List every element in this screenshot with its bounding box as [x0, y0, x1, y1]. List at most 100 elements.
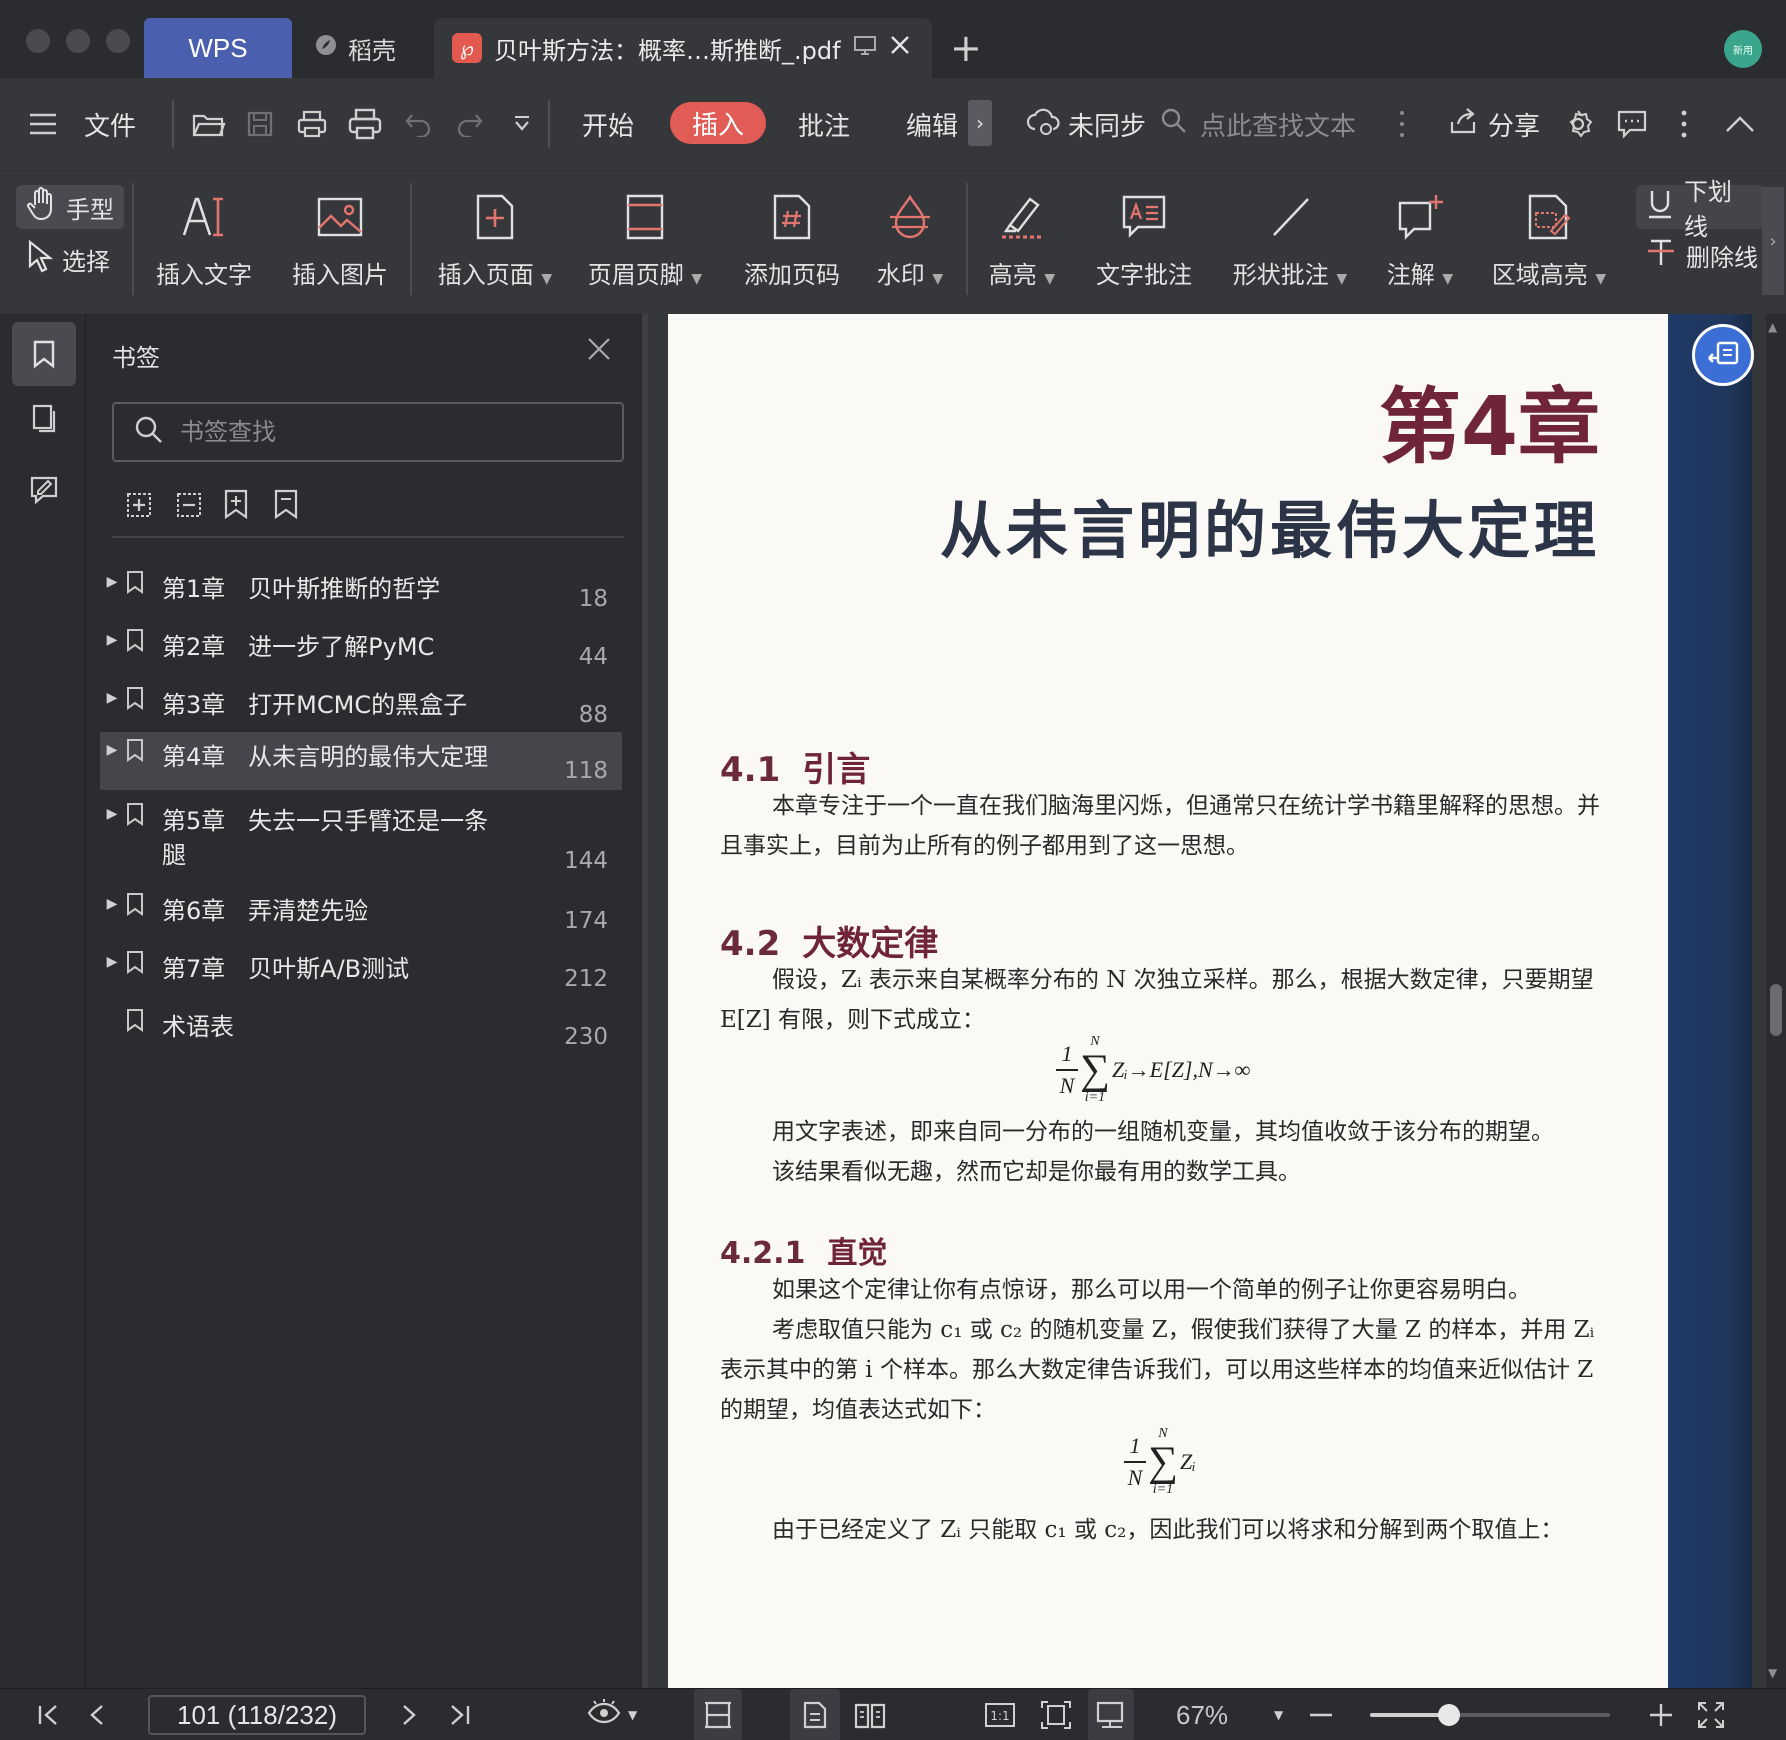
menu-file[interactable]: 文件 — [84, 78, 136, 170]
hamburger-menu-icon[interactable] — [28, 78, 58, 170]
window-zoom-button[interactable] — [106, 29, 130, 53]
menu-start[interactable]: 开始 — [582, 78, 634, 170]
list-item[interactable]: 术语表 230 — [100, 1002, 622, 1052]
add-bookmark-icon[interactable] — [222, 488, 258, 524]
list-item[interactable]: ▶ 第5章 失去一只手臂还是一条 腿 144 — [100, 796, 622, 880]
settings-gear-icon[interactable] — [1562, 78, 1594, 170]
area-highlight-button[interactable]: 区域高亮 ▼ — [1484, 185, 1614, 290]
expand-triangle-icon[interactable]: ▶ — [100, 886, 124, 912]
fullscreen-icon[interactable] — [1696, 1689, 1726, 1740]
insert-page-button[interactable]: 插入页面 ▼ — [430, 185, 560, 290]
strikethrough-button[interactable]: 删除线 — [1636, 233, 1768, 277]
monitor-icon[interactable] — [853, 34, 877, 62]
zoom-in-icon[interactable] — [1648, 1689, 1674, 1740]
list-item-selected[interactable]: ▶ 第4章 从未言明的最伟大定理 118 — [100, 732, 622, 790]
redo-icon[interactable] — [456, 78, 484, 170]
open-folder-icon[interactable] — [192, 78, 226, 170]
insert-image-button[interactable]: 插入图片 — [280, 185, 400, 290]
expand-triangle-icon[interactable]: ▶ — [100, 944, 124, 970]
expand-triangle-icon[interactable]: ▶ — [100, 680, 124, 706]
section-title: 大数定律 — [802, 924, 939, 964]
continuous-read-icon[interactable] — [1088, 1689, 1134, 1740]
avatar[interactable]: 新用 — [1724, 30, 1762, 68]
highlight-button[interactable]: 高亮 ▼ — [972, 185, 1072, 290]
zoom-level[interactable]: 67% — [1176, 1689, 1228, 1740]
zoom-slider-thumb[interactable] — [1438, 1704, 1461, 1726]
thumbnail-panel-icon[interactable] — [12, 386, 76, 450]
close-icon[interactable] — [586, 332, 612, 370]
list-item[interactable]: ▶ 第2章 进一步了解PyMC 44 — [100, 622, 622, 672]
header-footer-button[interactable]: 页眉页脚 ▼ — [580, 185, 710, 290]
list-item[interactable]: ▶ 第6章 弄清楚先验 174 — [100, 886, 622, 936]
first-page-icon[interactable] — [36, 1689, 60, 1740]
expand-triangle-icon[interactable]: ▶ — [100, 564, 124, 590]
document-view[interactable]: 第4章 从未言明的最伟大定理 4.1 引言 本章专注于一个一直在我们脑海里闪烁，但… — [648, 314, 1766, 1688]
bookmark-search-field[interactable] — [112, 402, 624, 462]
hand-mode-button[interactable]: 手型 — [16, 185, 124, 229]
comment-icon[interactable] — [1616, 78, 1648, 170]
scrollbar-thumb[interactable] — [1770, 984, 1782, 1036]
last-page-icon[interactable] — [448, 1689, 472, 1740]
undo-icon[interactable] — [404, 78, 432, 170]
bookmark-search-input[interactable] — [180, 418, 580, 446]
menu-edit[interactable]: 编辑 — [906, 78, 958, 170]
collapse-ribbon-icon[interactable] — [1724, 78, 1756, 170]
expand-triangle-icon[interactable]: ▶ — [100, 622, 124, 648]
bookmark-panel-icon[interactable] — [12, 322, 76, 386]
scroll-down-icon[interactable]: ▼ — [1768, 1666, 1777, 1680]
more-vertical-icon[interactable] — [1398, 78, 1406, 170]
text-annotation-button[interactable]: 文字批注 — [1084, 185, 1204, 290]
sync-status[interactable]: 未同步 — [1026, 78, 1146, 170]
ribbon-scroll-right-icon[interactable]: › — [1762, 187, 1784, 295]
fit-page-icon[interactable] — [1040, 1689, 1072, 1740]
add-page-number-button[interactable]: 添加页码 — [732, 185, 852, 290]
tab-close-icon[interactable] — [889, 34, 911, 62]
tab-document[interactable]: ℘ 贝叶斯方法：概率…斯推断_.pdf — [434, 18, 932, 78]
eye-protection-button[interactable]: ▼ — [586, 1689, 637, 1740]
tab-daoke[interactable]: 稻壳 — [308, 18, 432, 78]
zoom-dropdown-icon[interactable]: ▼ — [1274, 1689, 1283, 1740]
note-button[interactable]: 注解 ▼ — [1370, 185, 1470, 290]
zoom-slider[interactable] — [1370, 1704, 1610, 1726]
document-scrollbar[interactable]: ▲ ▼ — [1766, 314, 1786, 1688]
actual-size-icon[interactable]: 1:1 — [984, 1689, 1016, 1740]
expand-triangle-icon[interactable]: ▶ — [100, 796, 124, 822]
window-close-button[interactable] — [26, 29, 50, 53]
fit-width-icon[interactable] — [694, 1689, 742, 1740]
print-icon[interactable] — [348, 78, 382, 170]
new-tab-button[interactable]: + — [950, 28, 982, 68]
expand-triangle-icon[interactable]: ▶ — [100, 732, 124, 758]
convert-document-icon[interactable] — [1692, 324, 1754, 386]
zoom-out-icon[interactable] — [1308, 1689, 1334, 1740]
list-item[interactable]: ▶ 第1章 贝叶斯推断的哲学 18 — [100, 564, 622, 614]
collapse-all-icon[interactable] — [172, 488, 208, 524]
share-button[interactable]: 分享 — [1448, 78, 1540, 170]
search-text-field[interactable]: 点此查找文本 — [1160, 78, 1356, 170]
bookmark-icon[interactable] — [272, 488, 308, 524]
two-page-icon[interactable] — [848, 1689, 892, 1740]
shape-annotation-button[interactable]: 形状批注 ▼ — [1222, 185, 1358, 290]
underline-button[interactable]: 下划线 — [1636, 178, 1764, 241]
next-page-icon[interactable] — [400, 1689, 418, 1740]
page-number-input[interactable]: 101 (118/232) — [148, 1695, 366, 1735]
section-title: 直觉 — [827, 1236, 888, 1271]
select-mode-button[interactable]: 选择 — [16, 237, 120, 281]
window-minimize-button[interactable] — [66, 29, 90, 53]
previous-page-icon[interactable] — [88, 1689, 106, 1740]
menu-insert[interactable]: 插入 — [670, 102, 767, 144]
print-preview-icon[interactable] — [296, 78, 328, 170]
watermark-button[interactable]: 水印 ▼ — [860, 185, 960, 290]
menu-more-arrow-icon[interactable]: › — [968, 100, 992, 146]
scroll-up-icon[interactable]: ▲ — [1768, 320, 1777, 334]
tab-wps[interactable]: WPS — [144, 18, 292, 78]
menu-annotate[interactable]: 批注 — [798, 78, 850, 170]
insert-text-button[interactable]: 插入文字 — [144, 185, 264, 290]
more-options-icon[interactable] — [1680, 78, 1688, 170]
quick-access-dropdown-icon[interactable] — [512, 78, 532, 170]
list-item[interactable]: ▶ 第7章 贝叶斯A/B测试 212 — [100, 944, 622, 994]
annotation-panel-icon[interactable] — [12, 458, 76, 522]
expand-all-icon[interactable] — [122, 488, 158, 524]
save-icon[interactable] — [246, 78, 274, 170]
list-item[interactable]: ▶ 第3章 打开MCMC的黑盒子 88 — [100, 680, 622, 730]
single-page-icon[interactable] — [790, 1689, 840, 1740]
